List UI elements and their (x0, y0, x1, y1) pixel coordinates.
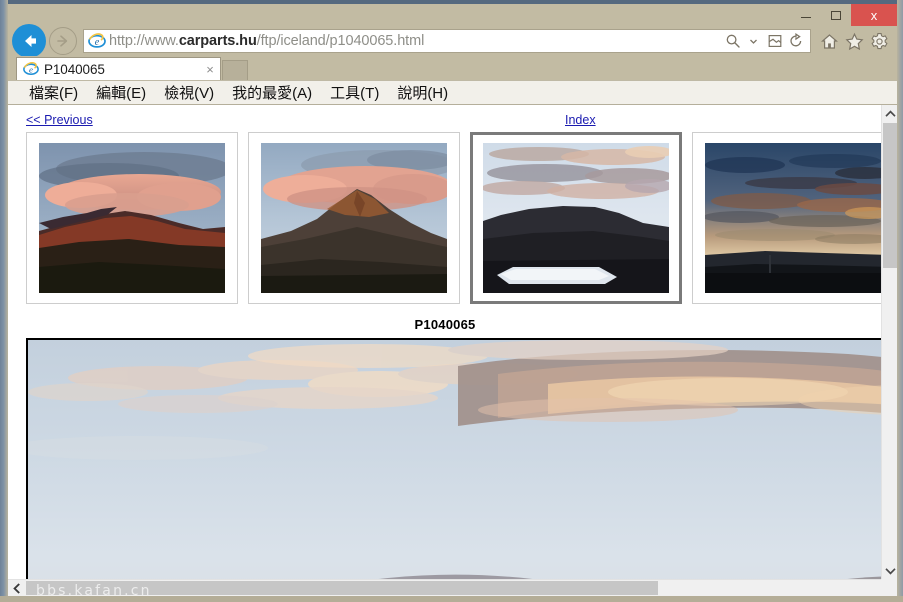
back-arrow-icon (25, 34, 36, 47)
scroll-up-arrow-icon[interactable] (882, 105, 898, 122)
menu-tools[interactable]: 工具(T) (321, 82, 388, 103)
internet-explorer-icon: e (88, 32, 106, 50)
tab-favicon-internet-explorer-icon: e (23, 61, 39, 77)
main-image: 卡饭论坛 (28, 340, 882, 579)
thumbnail-3[interactable] (470, 132, 682, 304)
menu-file[interactable]: 檔案(F) (20, 82, 87, 103)
index-link[interactable]: Index (565, 113, 596, 127)
web-page-content: << Previous Index P1040065 (8, 105, 882, 579)
horizontal-scrollbar[interactable] (8, 579, 897, 596)
window-controls: x (791, 4, 897, 26)
svg-text:e: e (95, 37, 100, 48)
forward-arrow-icon (57, 35, 68, 47)
menu-view[interactable]: 檢視(V) (155, 82, 223, 103)
thumbnail-2-image (261, 143, 447, 293)
home-icon[interactable] (819, 30, 840, 52)
svg-text:e: e (29, 65, 33, 75)
browser-window: x e http://www.carparts.hu/ftp/iceland/p… (0, 0, 903, 602)
main-image-frame[interactable]: 卡饭论坛 (26, 338, 882, 579)
minimize-button[interactable] (791, 4, 821, 26)
refresh-icon[interactable] (786, 31, 805, 51)
previous-link[interactable]: << Previous (26, 113, 93, 127)
maximize-button[interactable] (821, 4, 851, 26)
forward-button[interactable] (49, 27, 77, 55)
tab-close-icon[interactable]: × (200, 62, 220, 77)
close-icon: x (870, 7, 878, 23)
window-bottom-edge (0, 596, 903, 602)
thumbnail-strip (26, 132, 882, 304)
tab-title: P1040065 (44, 61, 105, 77)
maximize-icon (831, 10, 841, 20)
address-text: http://www.carparts.hu/ftp/iceland/p1040… (109, 33, 424, 50)
vertical-scrollbar[interactable] (881, 105, 897, 579)
page-viewport: << Previous Index P1040065 (8, 105, 897, 596)
address-bar-icons (719, 31, 810, 51)
minimize-icon (801, 17, 811, 18)
url-path: /ftp/iceland/p1040065.html (256, 32, 425, 49)
menu-bar: 檔案(F) 編輯(E) 檢視(V) 我的最愛(A) 工具(T) 說明(H) (8, 80, 897, 105)
address-bar[interactable]: e http://www.carparts.hu/ftp/iceland/p10… (83, 29, 811, 53)
horizontal-scrollbar-thumb[interactable] (26, 581, 658, 595)
favorites-star-icon[interactable] (844, 30, 865, 52)
scroll-left-arrow-icon[interactable] (8, 580, 25, 596)
tab-strip: e P1040065 × (8, 56, 897, 80)
search-icon[interactable] (723, 31, 742, 51)
page-nav-links: << Previous Index (8, 110, 882, 132)
close-button[interactable]: x (851, 4, 897, 26)
back-button[interactable] (12, 23, 46, 58)
thumbnail-4-image (705, 143, 882, 293)
compatibility-view-icon[interactable] (765, 31, 784, 51)
menu-help[interactable]: 說明(H) (388, 82, 457, 103)
url-scheme: http://www. (109, 32, 179, 49)
window-right-edge (897, 0, 903, 602)
url-host: carparts.hu (178, 32, 257, 49)
new-tab-button[interactable] (222, 60, 248, 80)
image-caption: P1040065 (414, 317, 476, 332)
scroll-down-arrow-icon[interactable] (882, 562, 898, 579)
navigation-toolbar: e http://www.carparts.hu/ftp/iceland/p10… (8, 23, 897, 58)
window-left-edge (0, 0, 8, 602)
title-bar: x (8, 4, 897, 26)
scrollbar-corner (881, 579, 897, 596)
thumbnail-3-image (483, 143, 669, 293)
tab-p1040065[interactable]: e P1040065 × (16, 57, 221, 80)
gear-icon[interactable] (869, 30, 890, 52)
thumbnail-1-image (39, 143, 225, 293)
chevron-down-icon[interactable] (744, 31, 763, 51)
menu-edit[interactable]: 編輯(E) (87, 82, 155, 103)
thumbnail-4[interactable] (692, 132, 882, 304)
menu-favorites[interactable]: 我的最愛(A) (223, 82, 321, 103)
command-bar-icons (811, 30, 897, 52)
thumbnail-2[interactable] (248, 132, 460, 304)
thumbnail-1[interactable] (26, 132, 238, 304)
vertical-scrollbar-thumb[interactable] (883, 123, 897, 268)
